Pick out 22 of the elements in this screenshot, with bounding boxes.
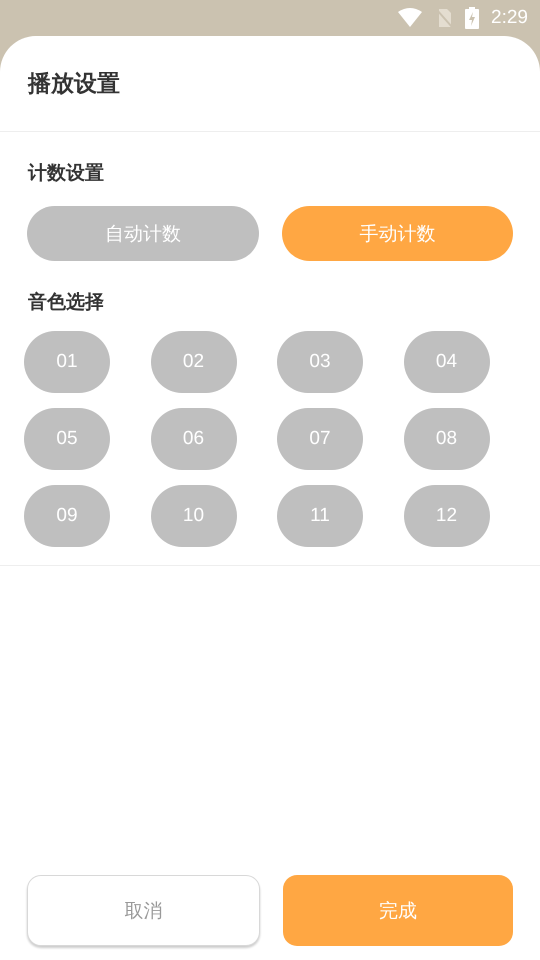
tone-chip[interactable]: 11 — [277, 485, 363, 547]
tone-chip[interactable]: 01 — [24, 331, 110, 393]
tone-chip[interactable]: 07 — [277, 408, 363, 470]
tone-chip[interactable]: 05 — [24, 408, 110, 470]
cancel-button[interactable]: 取消 — [27, 875, 260, 946]
tone-chip[interactable]: 04 — [404, 331, 490, 393]
tone-chip[interactable]: 02 — [150, 331, 236, 393]
done-button[interactable]: 完成 — [282, 875, 513, 946]
status-time: 2:29 — [491, 7, 528, 29]
count-mode-button[interactable]: 自动计数 — [27, 206, 258, 261]
section-label: 音色选择 — [27, 290, 105, 315]
section-label: 计数设置 — [26, 161, 105, 186]
battery-charging-icon — [465, 7, 480, 29]
tone-chip[interactable]: 08 — [404, 408, 490, 470]
wifi-icon — [397, 8, 424, 28]
tone-chip[interactable]: 09 — [24, 485, 110, 547]
tone-chip[interactable]: 03 — [277, 331, 363, 393]
tone-chip[interactable]: 12 — [404, 485, 490, 547]
tone-chip[interactable]: 10 — [150, 485, 236, 547]
count-mode-button[interactable]: 手动计数 — [282, 206, 513, 261]
sheet-title: 播放设置 — [28, 70, 120, 99]
tone-chip[interactable]: 06 — [150, 408, 236, 470]
